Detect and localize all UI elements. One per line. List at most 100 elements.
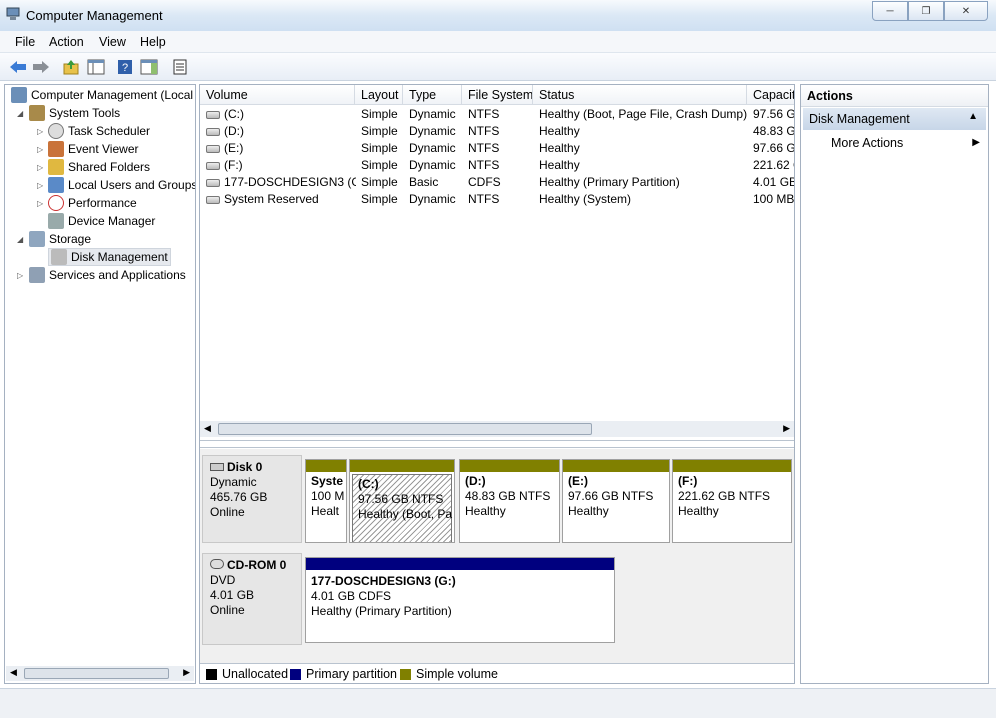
- partition-system-reserved[interactable]: Syste 100 M Healt: [305, 459, 347, 543]
- cell-text: Dynamic: [409, 141, 456, 155]
- scroll-left-icon[interactable]: ◀: [204, 423, 211, 434]
- partition-g[interactable]: 177-DOSCHDESIGN3 (G:) 4.01 GB CDFS Healthy…: [305, 557, 615, 643]
- disk0-kind: Dynamic: [210, 475, 257, 489]
- volume-row[interactable]: (F:) Simple Dynamic NTFS Healthy 221.62 G: [200, 157, 794, 174]
- tree-services-applications[interactable]: Services and Applications: [29, 267, 186, 283]
- scroll-thumb[interactable]: [24, 668, 169, 679]
- column-capacity[interactable]: Capacit: [747, 85, 794, 105]
- partition-status: Healthy (Boot, Pa: [358, 507, 453, 521]
- volume-cell-status: Healthy (Boot, Page File, Crash Dump): [539, 107, 747, 121]
- cell-text: 48.83 GB: [753, 124, 795, 138]
- volume-row[interactable]: (D:) Simple Dynamic NTFS Healthy 48.83 GB: [200, 123, 795, 140]
- disk0-state: Online: [210, 505, 245, 519]
- volume-cell-fs: CDFS: [468, 175, 532, 189]
- tree-device-manager[interactable]: Device Manager: [48, 213, 155, 229]
- back-button[interactable]: [8, 57, 28, 77]
- more-actions-item[interactable]: More Actions: [831, 136, 903, 150]
- cell-text: NTFS: [468, 158, 500, 172]
- collapse-up-icon[interactable]: ▲: [968, 111, 978, 122]
- partition-d[interactable]: (D:) 48.83 GB NTFS Healthy: [459, 459, 560, 543]
- up-one-level-button[interactable]: [61, 57, 81, 77]
- collapse-arrow-icon[interactable]: ◢: [17, 235, 23, 244]
- cdrom-icon: [210, 559, 224, 569]
- volume-cell-volume: System Reserved: [206, 192, 356, 206]
- partition-status: Healthy (Primary Partition): [311, 604, 452, 618]
- actions-header: Actions: [801, 85, 988, 107]
- menu-view[interactable]: View: [99, 35, 126, 49]
- partition-status: Healt: [311, 504, 340, 518]
- pane-splitter[interactable]: [200, 440, 794, 448]
- column-type[interactable]: Type: [403, 85, 462, 105]
- expand-arrow-icon[interactable]: ▷: [17, 271, 23, 280]
- scroll-right-icon[interactable]: ▶: [183, 667, 190, 678]
- performance-icon: [48, 195, 64, 211]
- simple-volume-bar: [673, 460, 791, 472]
- minimize-button[interactable]: ─: [872, 1, 908, 21]
- window-title: Computer Management: [26, 8, 163, 23]
- volume-row[interactable]: (C:) Simple Dynamic NTFS Healthy (Boot, Page…: [200, 106, 795, 123]
- partition-c[interactable]: (C:) 97.56 GB NTFS Healthy (Boot, Pa: [349, 459, 455, 543]
- tree-system-tools[interactable]: System Tools: [29, 105, 120, 121]
- actions-section-disk-management[interactable]: Disk Management ▲: [803, 108, 986, 130]
- help-button[interactable]: ?: [115, 57, 135, 77]
- column-file-system[interactable]: File System: [462, 85, 533, 105]
- cell-text: Dynamic: [409, 192, 456, 206]
- tree-disk-management[interactable]: Disk Management: [48, 248, 171, 266]
- close-button[interactable]: ✕: [944, 1, 988, 21]
- tree-storage[interactable]: Storage: [29, 231, 91, 247]
- volume-cell-type: Dynamic: [409, 141, 465, 155]
- cell-text: Healthy (Primary Partition): [539, 175, 680, 189]
- disk-icon: [210, 463, 224, 471]
- collapse-arrow-icon[interactable]: ◢: [17, 109, 23, 118]
- show-hide-action-pane-button[interactable]: [139, 57, 159, 77]
- scroll-left-icon[interactable]: ◀: [10, 667, 17, 678]
- tree-computer-management[interactable]: Computer Management (Local: [11, 87, 193, 103]
- forward-button[interactable]: [31, 57, 51, 77]
- cell-text: 97.56 GB: [753, 107, 795, 121]
- column-volume[interactable]: Volume: [200, 85, 355, 105]
- tree-task-scheduler[interactable]: Task Scheduler: [48, 123, 150, 139]
- tree-local-users-groups[interactable]: Local Users and Groups: [48, 177, 195, 193]
- column-status[interactable]: Status: [533, 85, 747, 105]
- partition-label: (F:): [678, 474, 698, 488]
- computer-management-icon: [11, 87, 27, 103]
- expand-arrow-icon[interactable]: ▷: [37, 127, 43, 136]
- volume-cell-layout: Simple: [361, 158, 407, 172]
- tree-shared-folders[interactable]: Shared Folders: [48, 159, 150, 175]
- cell-text: Dynamic: [409, 124, 456, 138]
- expand-arrow-icon[interactable]: ▷: [37, 199, 43, 208]
- menu-action[interactable]: Action: [49, 35, 84, 49]
- volume-cell-status: Healthy: [539, 158, 747, 172]
- cell-text: NTFS: [468, 124, 500, 138]
- properties-button[interactable]: [170, 57, 190, 77]
- volume-row[interactable]: (E:) Simple Dynamic NTFS Healthy 97.66 GB: [200, 140, 794, 157]
- tree-event-viewer[interactable]: Event Viewer: [48, 141, 138, 157]
- cell-text: NTFS: [468, 107, 500, 121]
- cell-text: (F:): [224, 158, 243, 172]
- scroll-thumb[interactable]: [218, 423, 592, 435]
- tree-horizontal-scrollbar[interactable]: ◀ ▶: [6, 666, 194, 681]
- cdrom0-name: CD-ROM 0: [227, 558, 287, 572]
- volume-cell-capacity: 100 MB: [753, 192, 794, 206]
- partition-f[interactable]: (F:) 221.62 GB NTFS Healthy: [672, 459, 792, 543]
- menu-help[interactable]: Help: [140, 35, 166, 49]
- expand-arrow-icon[interactable]: ▷: [37, 145, 43, 154]
- menu-file[interactable]: File: [15, 35, 35, 49]
- partition-size: 4.01 GB CDFS: [311, 589, 392, 603]
- disk0-info[interactable]: Disk 0 Dynamic 465.76 GB Online: [202, 455, 302, 543]
- expand-arrow-icon[interactable]: ▷: [37, 181, 43, 190]
- tree-performance[interactable]: Performance: [48, 195, 137, 211]
- cdrom0-info[interactable]: CD-ROM 0 DVD 4.01 GB Online: [202, 553, 302, 645]
- maximize-button[interactable]: ❐: [908, 1, 944, 21]
- show-hide-console-tree-button[interactable]: [86, 57, 106, 77]
- column-layout[interactable]: Layout: [355, 85, 403, 105]
- volume-row[interactable]: System Reserved Simple Dynamic NTFS Healthy …: [200, 191, 794, 208]
- expand-arrow-icon[interactable]: ▷: [37, 163, 43, 172]
- cell-text: CDFS: [468, 175, 501, 189]
- title-bar[interactable]: Computer Management ─ ❐ ✕: [0, 0, 996, 31]
- volume-row[interactable]: 177-DOSCHDESIGN3 (G:) Simple Basic CDFS Heal…: [200, 174, 794, 191]
- scroll-right-icon[interactable]: ▶: [783, 423, 790, 434]
- volume-cell-type: Basic: [409, 175, 465, 189]
- list-horizontal-scrollbar[interactable]: ◀ ▶: [200, 421, 794, 437]
- partition-e[interactable]: (E:) 97.66 GB NTFS Healthy: [562, 459, 670, 543]
